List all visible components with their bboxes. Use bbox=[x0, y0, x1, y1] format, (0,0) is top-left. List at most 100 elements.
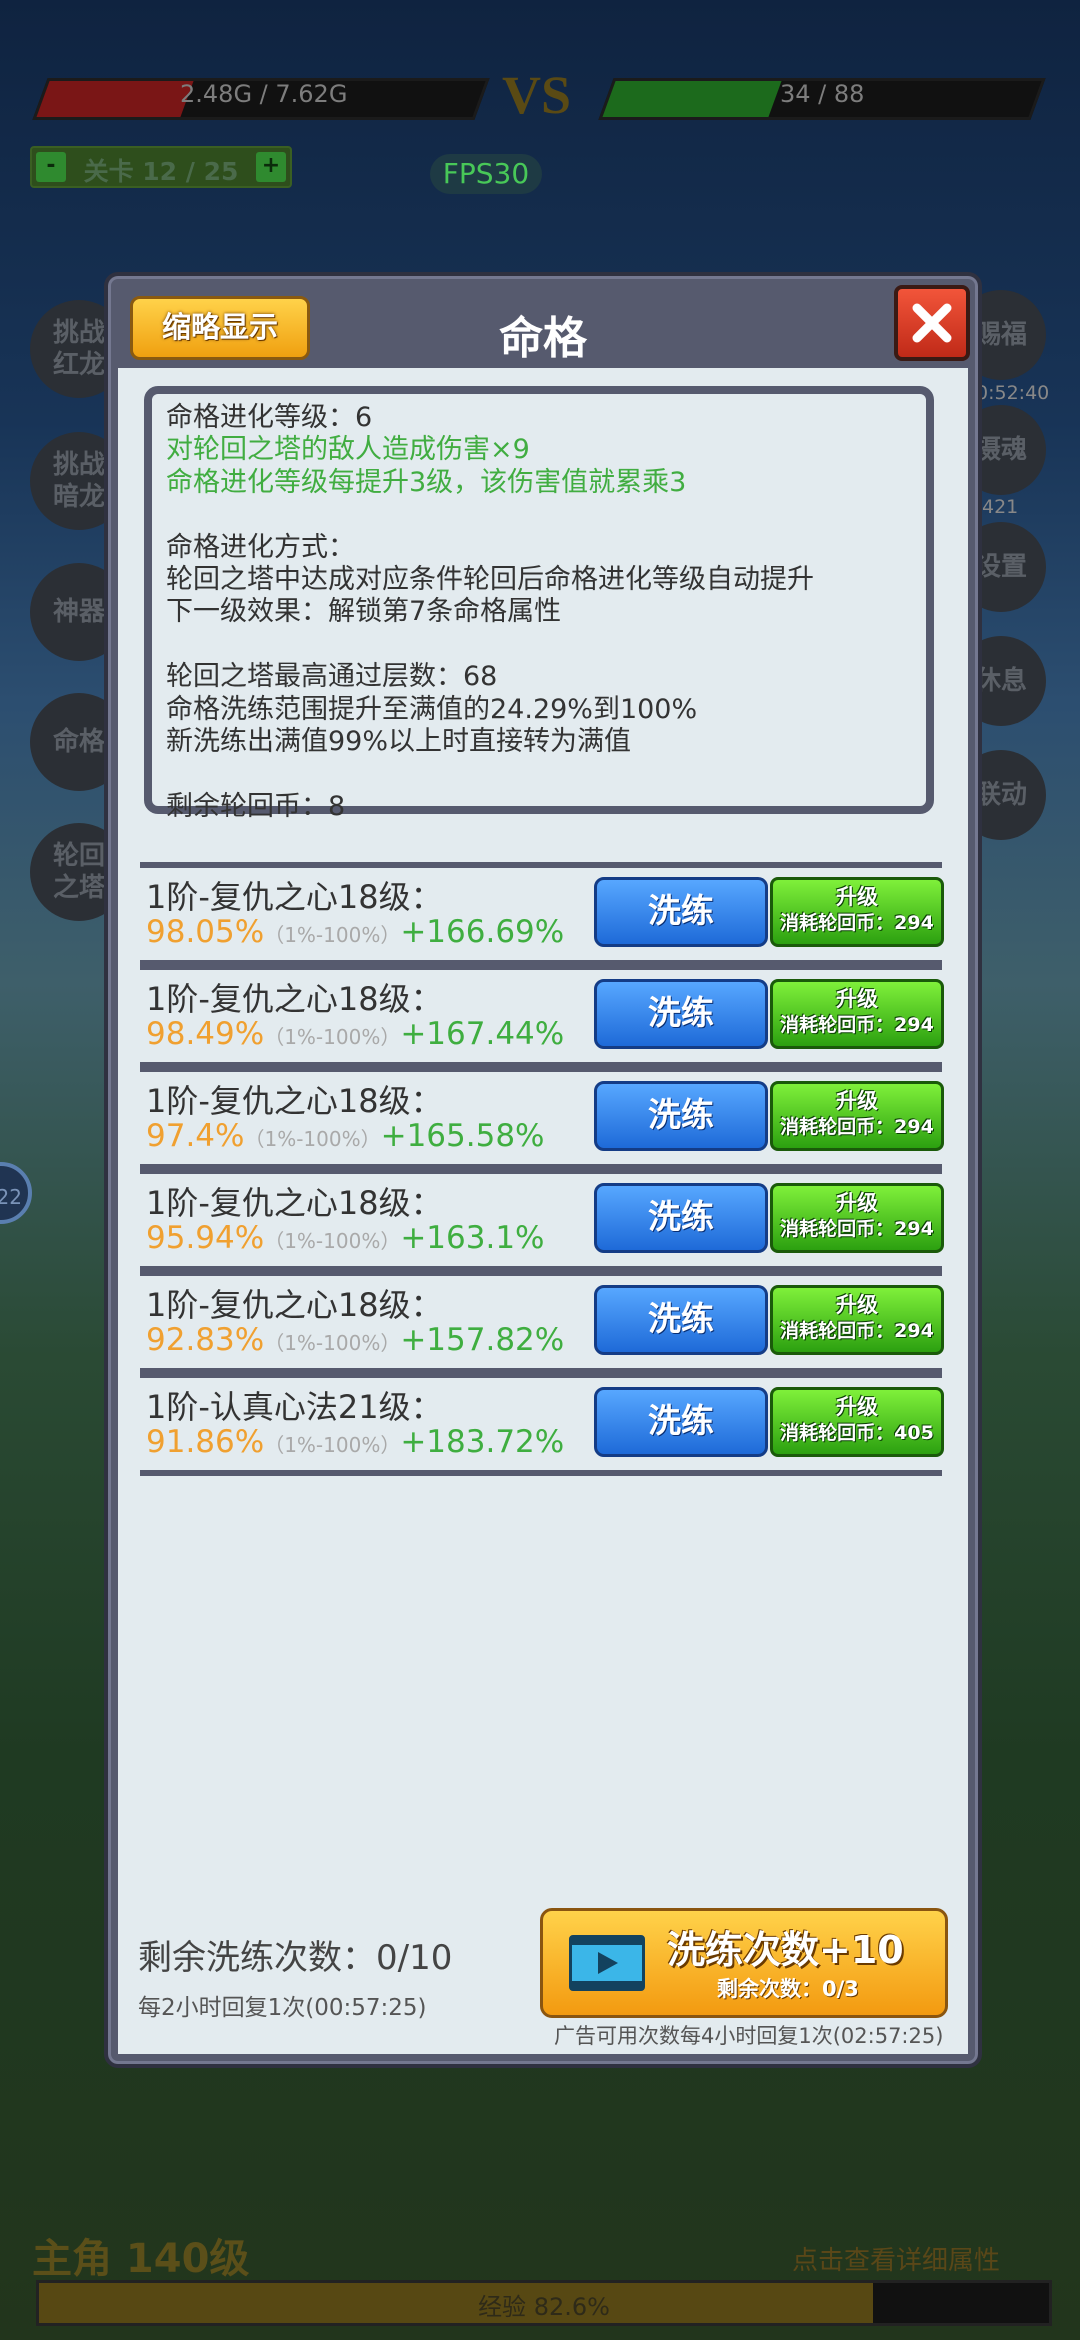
attribute-name: 1阶-复仇之心18级： bbox=[146, 1082, 443, 1120]
upgrade-cost: 消耗轮回币：405 bbox=[780, 1422, 934, 1444]
upgrade-cost: 消耗轮回币：294 bbox=[780, 1218, 934, 1240]
ad-button-title: 洗练次数+10 bbox=[667, 1928, 904, 1972]
attribute-name: 1阶-复仇之心18级： bbox=[146, 878, 443, 916]
upgrade-button[interactable]: 升级消耗轮回币：405 bbox=[770, 1387, 944, 1457]
info-line: 对轮回之塔的敌人造成伤害×9 bbox=[166, 434, 530, 466]
info-line: 轮回之塔中达成对应条件轮回后命格进化等级自动提升 bbox=[166, 563, 814, 595]
attribute-name: 1阶-复仇之心18级： bbox=[146, 1184, 443, 1222]
attribute-percent: 98.49% bbox=[146, 1016, 265, 1052]
upgrade-button[interactable]: 升级 消耗轮回币：294 bbox=[770, 1285, 944, 1355]
player-hp-text: 2.48G / 7.62G bbox=[180, 80, 348, 108]
stage-next-button[interactable]: + bbox=[256, 152, 286, 182]
attribute-name: 1阶-复仇之心18级： bbox=[146, 980, 443, 1018]
view-details-link[interactable]: 点击查看详细属性 bbox=[792, 2240, 1000, 2277]
attribute-range: （1%-100%） bbox=[264, 1229, 401, 1253]
info-line: 命格进化等级每提升3级，该伤害值就累乘3 bbox=[166, 466, 687, 498]
video-play-icon bbox=[569, 1935, 645, 1991]
player-hp-fill bbox=[36, 81, 194, 117]
attribute-bonus: +167.44% bbox=[400, 1016, 565, 1052]
upgrade-label: 升级 bbox=[836, 1191, 878, 1215]
dialog-title: 命格 bbox=[499, 313, 587, 364]
xp-label: 经验 82.6% bbox=[478, 2293, 610, 2321]
left-menu-label: 挑战 红龙 bbox=[52, 318, 105, 380]
close-icon bbox=[912, 303, 952, 343]
info-line: 轮回之塔最高通过层数：68 bbox=[166, 661, 498, 693]
refine-button[interactable]: 洗练 bbox=[594, 1081, 768, 1151]
upgrade-label: 升级 bbox=[836, 1395, 878, 1419]
left-menu-label: 挑战 暗龙 bbox=[52, 450, 105, 512]
xp-bar: 经验 82.6% bbox=[36, 2280, 1052, 2326]
upgrade-cost: 消耗轮回币：294 bbox=[780, 912, 934, 934]
destiny-attribute-row: 1阶-复仇之心18级： 98.05%（1%-100%）+166.69% 洗练 升级 消耗… bbox=[140, 862, 944, 966]
destiny-dialog: 缩略显示 命格 命格进化等级：6 对轮回之塔的敌人造成伤害×9 命格进化等级每提升3… bbox=[104, 272, 982, 2068]
left-menu-label: 命格 bbox=[52, 727, 105, 757]
upgrade-label: 升级 bbox=[836, 987, 878, 1011]
attribute-values: 91.86%（1%-100%）+183.72% bbox=[146, 1424, 564, 1460]
refine-button[interactable]: 洗练 bbox=[594, 1183, 768, 1253]
attribute-range: （1%-100%） bbox=[264, 1025, 401, 1049]
attribute-bonus: +157.82% bbox=[400, 1322, 565, 1358]
destiny-attribute-row: 1阶-认真心法21级： 91.86%（1%-100%）+183.72% 洗练 升级 消耗… bbox=[140, 1372, 944, 1476]
info-line: 下一级效果：解锁第7条命格属性 bbox=[166, 596, 562, 628]
info-line: 命格进化等级：6 bbox=[166, 402, 373, 433]
attribute-range: （1%-100%） bbox=[264, 1433, 401, 1457]
info-line: 命格洗练范围提升至满值的24.29%到100% bbox=[166, 693, 698, 725]
upgrade-cost: 消耗轮回币：294 bbox=[780, 1116, 934, 1138]
destiny-info-panel: 命格进化等级：6 对轮回之塔的敌人造成伤害×9 命格进化等级每提升3级，该伤害值就累… bbox=[144, 386, 934, 822]
upgrade-button[interactable]: 升级消耗轮回币：294 bbox=[770, 1081, 944, 1151]
attribute-bonus: +166.69% bbox=[400, 914, 565, 950]
destiny-attribute-row: 1阶-复仇之心18级： 98.49%（1%-100%）+167.44% 洗练 升级 消耗… bbox=[140, 964, 944, 1068]
remaining-refines: 剩余洗练次数：0/10 bbox=[138, 1938, 453, 1978]
vs-label: VS bbox=[502, 65, 572, 125]
refine-button[interactable]: 洗练 bbox=[594, 979, 768, 1049]
attribute-bonus: +165.58% bbox=[380, 1118, 545, 1154]
attribute-bonus: +163.1% bbox=[400, 1220, 545, 1256]
info-line: 新洗练出满值99%以上时直接转为满值 bbox=[166, 725, 632, 757]
attribute-range: （1%-100%） bbox=[264, 1331, 401, 1355]
attribute-values: 97.4%（1%-100%）+165.58% bbox=[146, 1118, 545, 1154]
refine-recover-timer: 每2小时回复1次(00:57:25) bbox=[138, 1995, 427, 2021]
attribute-range: （1%-100%） bbox=[244, 1127, 381, 1151]
stage-selector: - 关卡 12 / 25 + bbox=[30, 146, 292, 188]
attribute-values: 95.94%（1%-100%）+163.1% bbox=[146, 1220, 545, 1256]
right-menu-label: 赐福 bbox=[974, 320, 1027, 350]
enemy-hp-text: 34 / 88 bbox=[780, 80, 865, 108]
ad-recover-note: 广告可用次数每4小时回复1次(02:57:25) bbox=[554, 2024, 944, 2048]
attribute-percent: 97.4% bbox=[146, 1118, 245, 1154]
fps-counter: FPS30 bbox=[430, 154, 542, 194]
destiny-attribute-row: 1阶-复仇之心18级： 95.94%（1%-100%）+163.1% 洗练 升级 消耗轮… bbox=[140, 1168, 944, 1272]
attribute-values: 92.83%（1%-100%）+157.82% bbox=[146, 1322, 564, 1358]
attribute-name: 1阶-认真心法21级： bbox=[146, 1388, 443, 1426]
upgrade-button[interactable]: 升级 消耗轮回币：294 bbox=[770, 979, 944, 1049]
left-menu-label: 神器 bbox=[52, 597, 105, 627]
ad-remaining-count: 剩余次数：0/3 bbox=[717, 1977, 859, 2001]
attribute-percent: 91.86% bbox=[146, 1424, 265, 1460]
attribute-values: 98.49%（1%-100%）+167.44% bbox=[146, 1016, 564, 1052]
attribute-values: 98.05%（1%-100%）+166.69% bbox=[146, 914, 564, 950]
upgrade-label: 升级 bbox=[836, 1293, 878, 1317]
upgrade-button[interactable]: 升级 消耗轮回币：294 bbox=[770, 877, 944, 947]
right-menu-label: 联动 bbox=[974, 780, 1027, 810]
soul-count: 421 bbox=[982, 496, 1019, 518]
attribute-name: 1阶-复仇之心18级： bbox=[146, 1286, 443, 1324]
info-line bbox=[166, 499, 912, 531]
side-circle-badge[interactable]: 22 bbox=[0, 1162, 32, 1224]
info-line: 命格进化方式： bbox=[166, 531, 355, 563]
refine-button[interactable]: 洗练 bbox=[594, 1285, 768, 1355]
attribute-percent: 98.05% bbox=[146, 914, 265, 950]
right-menu-label: 休息 bbox=[974, 666, 1027, 696]
refine-button[interactable]: 洗练 bbox=[594, 877, 768, 947]
upgrade-button[interactable]: 升级消耗轮回币：294 bbox=[770, 1183, 944, 1253]
watch-ad-refine-button[interactable]: 洗练次数+10 剩余次数：0/3 bbox=[540, 1908, 948, 2018]
upgrade-label: 升级 bbox=[836, 1089, 878, 1113]
left-menu-label: 轮回 之塔 bbox=[52, 841, 105, 903]
attribute-bonus: +183.72% bbox=[400, 1424, 565, 1460]
info-line bbox=[166, 629, 912, 661]
stage-label: 关卡 12 / 25 bbox=[83, 157, 239, 186]
close-button[interactable] bbox=[894, 285, 970, 361]
destiny-attribute-row: 1阶-复仇之心18级： 92.83%（1%-100%）+157.82% 洗练 升级 消耗… bbox=[140, 1270, 944, 1374]
right-menu-label: 设置 bbox=[974, 552, 1027, 582]
attribute-range: （1%-100%） bbox=[264, 923, 401, 947]
refine-button[interactable]: 洗练 bbox=[594, 1387, 768, 1457]
info-line bbox=[166, 758, 912, 790]
